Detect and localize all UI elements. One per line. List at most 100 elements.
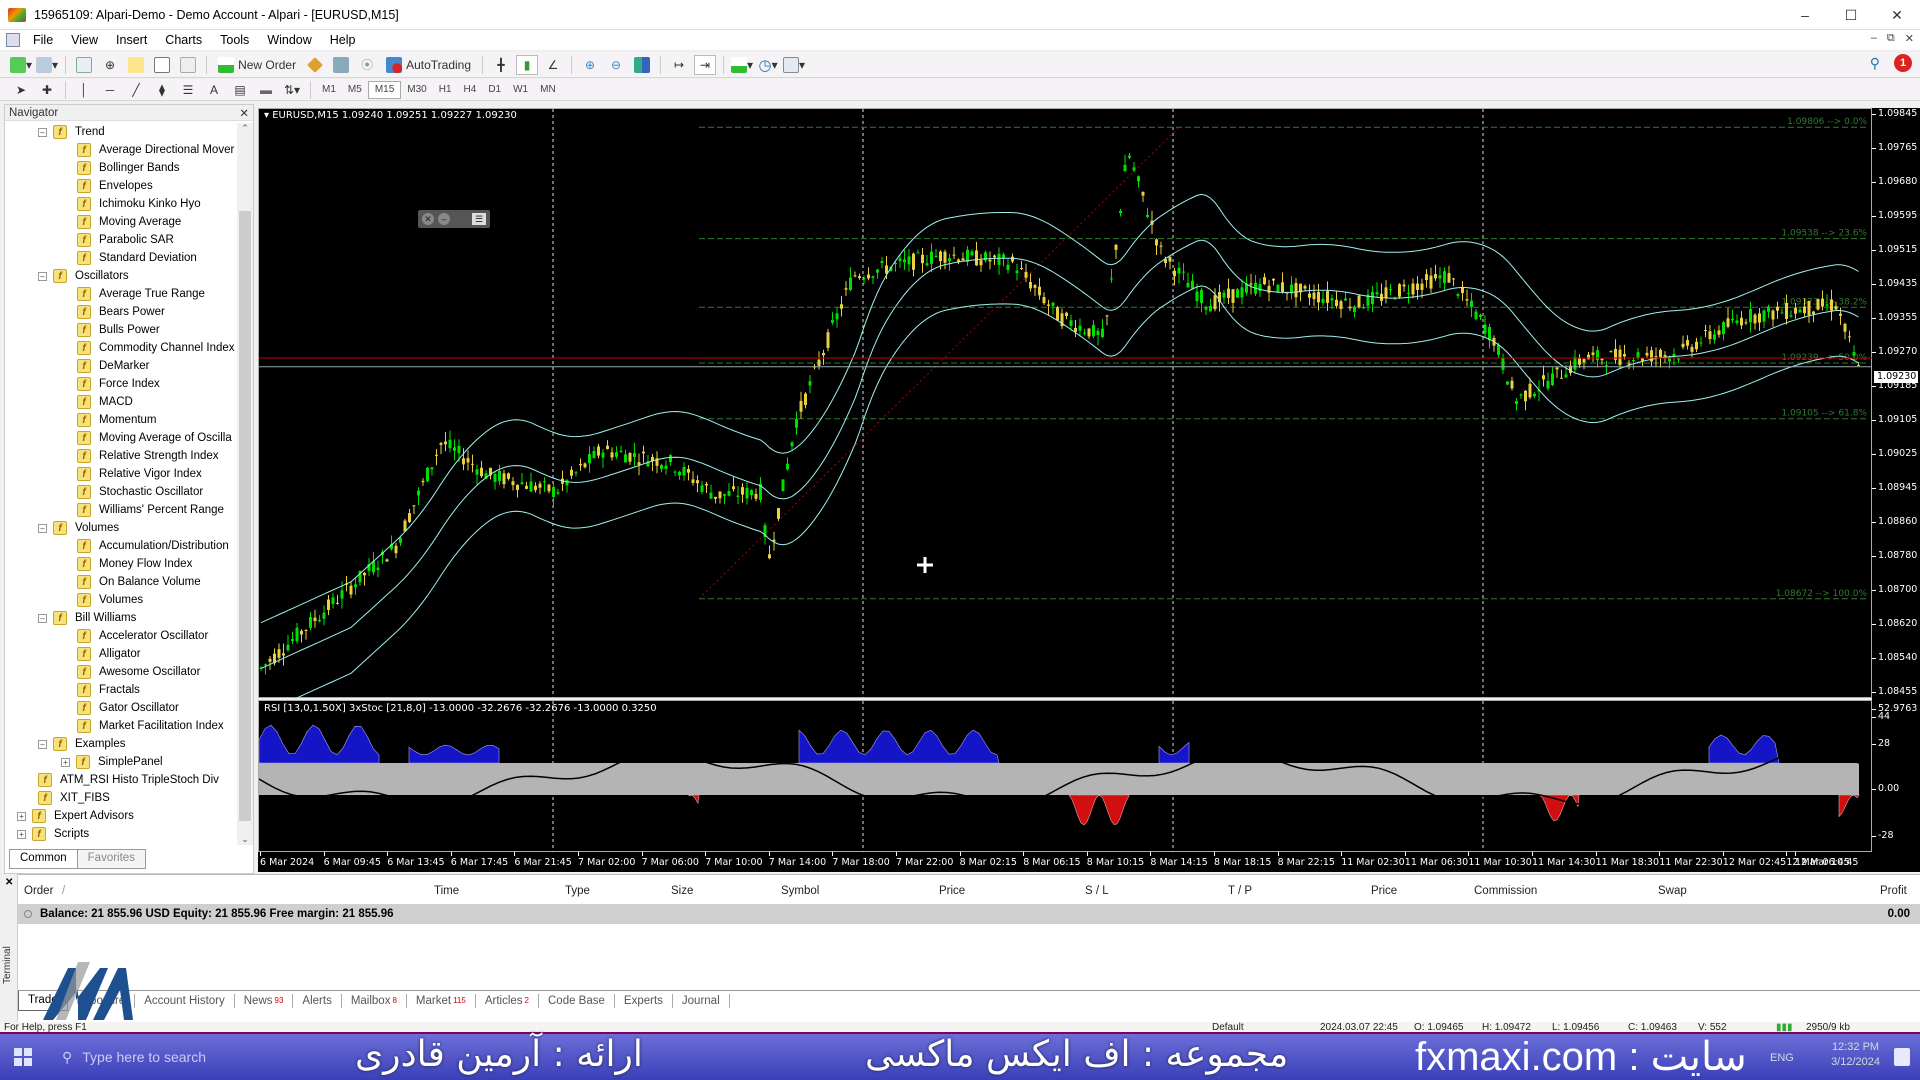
col-size[interactable]: Size <box>671 885 693 897</box>
navigator-item[interactable]: f Relative Strength Index <box>5 447 237 465</box>
bar-chart-button[interactable]: ╋ <box>490 55 512 75</box>
autotrading-button[interactable]: AutoTrading <box>382 55 475 75</box>
panel-close-icon[interactable]: ✕ <box>422 213 434 225</box>
timeframe-h1[interactable]: H1 <box>433 81 458 99</box>
cursor-button[interactable]: ➤ <box>10 80 32 100</box>
navigator-item[interactable]: + f Scripts <box>5 825 237 843</box>
terminal-tab[interactable]: Journal <box>673 993 730 1008</box>
col-swap[interactable]: Swap <box>1658 885 1687 897</box>
navigator-item[interactable]: f Stochastic Oscillator <box>5 483 237 501</box>
navigator-tab-common[interactable]: Common <box>9 849 78 869</box>
expand-icon[interactable]: + <box>61 757 70 767</box>
document-icon[interactable] <box>6 33 20 47</box>
timeframe-h4[interactable]: H4 <box>458 81 483 99</box>
minimize-button[interactable]: – <box>1782 0 1828 30</box>
terminal-tab[interactable]: Market 115 <box>407 993 476 1008</box>
terminal-close-icon[interactable]: ✕ <box>5 877 13 888</box>
price-chart-canvas[interactable]: 1.09806 --> 0.0% 1.09538 --> 23.6% 1.09373… <box>259 109 1873 715</box>
market-watch-button[interactable] <box>73 55 95 75</box>
navigator-item[interactable]: f ATM_RSI Histo TripleStoch Div <box>5 771 237 789</box>
navigator-item[interactable]: f Parabolic SAR <box>5 231 237 249</box>
navigator-scrollbar[interactable]: ⌃ ⌄ <box>237 123 253 845</box>
scroll-up-icon[interactable]: ⌃ <box>237 123 253 134</box>
navigator-item[interactable]: + f SimplePanel <box>5 753 237 771</box>
expand-icon[interactable]: + <box>17 811 26 821</box>
navigator-item[interactable]: f Accelerator Oscillator <box>5 627 237 645</box>
price-axis[interactable]: 1.09845 1.09765 1.09680 1.09595 1.09515 1.094… <box>1871 108 1920 869</box>
menu-view[interactable]: View <box>62 33 107 47</box>
panel-menu-icon[interactable]: ☰ <box>472 213 486 225</box>
navigator-item[interactable]: f Alligator <box>5 645 237 663</box>
system-clock[interactable]: 12:32 PM 3/12/2024 <box>1831 1040 1880 1070</box>
timeframe-w1[interactable]: W1 <box>507 81 534 99</box>
vps-button[interactable] <box>330 55 352 75</box>
navigator-close-icon[interactable]: ✕ <box>239 106 249 120</box>
balance-row[interactable]: Balance: 21 855.96 USD Equity: 21 855.96… <box>18 904 1920 924</box>
notifications-badge[interactable]: 1 <box>1894 54 1912 72</box>
navigator-item[interactable]: – f Examples <box>5 735 237 753</box>
metaeditor-button[interactable] <box>304 55 326 75</box>
text-label-button[interactable]: ▤ <box>229 80 251 100</box>
new-chart-button[interactable]: ▾ <box>10 55 32 75</box>
navigator-item[interactable]: f On Balance Volume <box>5 573 237 591</box>
trendline-button[interactable]: ╱ <box>125 80 147 100</box>
arrows-button[interactable]: ⇅▾ <box>281 80 303 100</box>
action-center-icon[interactable] <box>1894 1048 1910 1066</box>
menu-file[interactable]: File <box>24 33 62 47</box>
scrollbar-thumb[interactable] <box>239 211 251 821</box>
menu-window[interactable]: Window <box>258 33 320 47</box>
fibonacci-button[interactable]: ☰ <box>177 80 199 100</box>
terminal-tab[interactable]: Alerts <box>293 993 342 1008</box>
panel-minimize-icon[interactable]: – <box>438 213 450 225</box>
navigator-item[interactable]: f Gator Oscillator <box>5 699 237 717</box>
collapse-icon[interactable]: – <box>38 271 47 281</box>
autoscroll-button[interactable]: ↦ <box>668 55 690 75</box>
tile-windows-button[interactable] <box>631 55 653 75</box>
navigator-item[interactable]: – f Trend <box>5 123 237 141</box>
navigator-item[interactable]: f Standard Deviation <box>5 249 237 267</box>
indicator-canvas[interactable] <box>258 701 1873 853</box>
col-commission[interactable]: Commission <box>1474 885 1537 897</box>
navigator-item[interactable]: f Force Index <box>5 375 237 393</box>
timeframe-mn[interactable]: MN <box>534 81 562 99</box>
strategy-tester-button[interactable] <box>177 55 199 75</box>
navigator-item[interactable]: f Market Facilitation Index <box>5 717 237 735</box>
main-chart[interactable]: 1.09806 --> 0.0% 1.09538 --> 23.6% 1.09373… <box>258 108 1873 715</box>
signals-button[interactable]: ⦿ <box>356 55 378 75</box>
col-price[interactable]: Price <box>939 885 965 897</box>
terminal-tab[interactable]: Account History <box>135 993 235 1008</box>
zoom-in-button[interactable]: ⊕ <box>579 55 601 75</box>
new-order-button[interactable]: New Order <box>214 55 300 75</box>
navigator-item[interactable]: f Volumes <box>5 591 237 609</box>
navigator-item[interactable]: f Moving Average <box>5 213 237 231</box>
collapse-icon[interactable]: – <box>38 127 47 137</box>
navigator-item[interactable]: f Fractals <box>5 681 237 699</box>
horizontal-line-button[interactable]: ─ <box>99 80 121 100</box>
navigator-tab-favorites[interactable]: Favorites <box>77 849 146 869</box>
navigator-item[interactable]: f XIT_FIBS <box>5 789 237 807</box>
col-time[interactable]: Time <box>434 885 459 897</box>
search-icon[interactable]: ⚲ <box>1870 55 1880 72</box>
navigator-item[interactable]: f Commodity Channel Index <box>5 339 237 357</box>
navigator-item[interactable]: – f Volumes <box>5 519 237 537</box>
floating-panel[interactable]: ✕ – ☰ <box>418 210 490 228</box>
periods-button[interactable]: ◷ ▾ <box>757 55 779 75</box>
navigator-item[interactable]: f Bollinger Bands <box>5 159 237 177</box>
line-chart-button[interactable]: ∠ <box>542 55 564 75</box>
terminal-tab[interactable]: News 93 <box>235 993 294 1008</box>
terminal-button[interactable] <box>151 55 173 75</box>
col-profit[interactable]: Profit <box>1880 885 1907 897</box>
menu-insert[interactable]: Insert <box>107 33 156 47</box>
menu-help[interactable]: Help <box>321 33 365 47</box>
status-profile[interactable]: Default <box>1212 1022 1244 1033</box>
navigator-item[interactable]: f Accumulation/Distribution <box>5 537 237 555</box>
navigator-item[interactable]: – f Bill Williams <box>5 609 237 627</box>
taskbar-search[interactable]: ⚲ Type here to search <box>62 1039 292 1075</box>
equidistant-channel-button[interactable]: ⧫ <box>151 80 173 100</box>
terminal-tab[interactable]: Experts <box>615 993 673 1008</box>
navigator-item[interactable]: f Awesome Oscillator <box>5 663 237 681</box>
timeframe-m15[interactable]: M15 <box>367 80 402 99</box>
scroll-down-icon[interactable]: ⌄ <box>237 834 253 845</box>
expand-icon[interactable]: + <box>17 829 26 839</box>
navigator-item[interactable]: – f Oscillators <box>5 267 237 285</box>
